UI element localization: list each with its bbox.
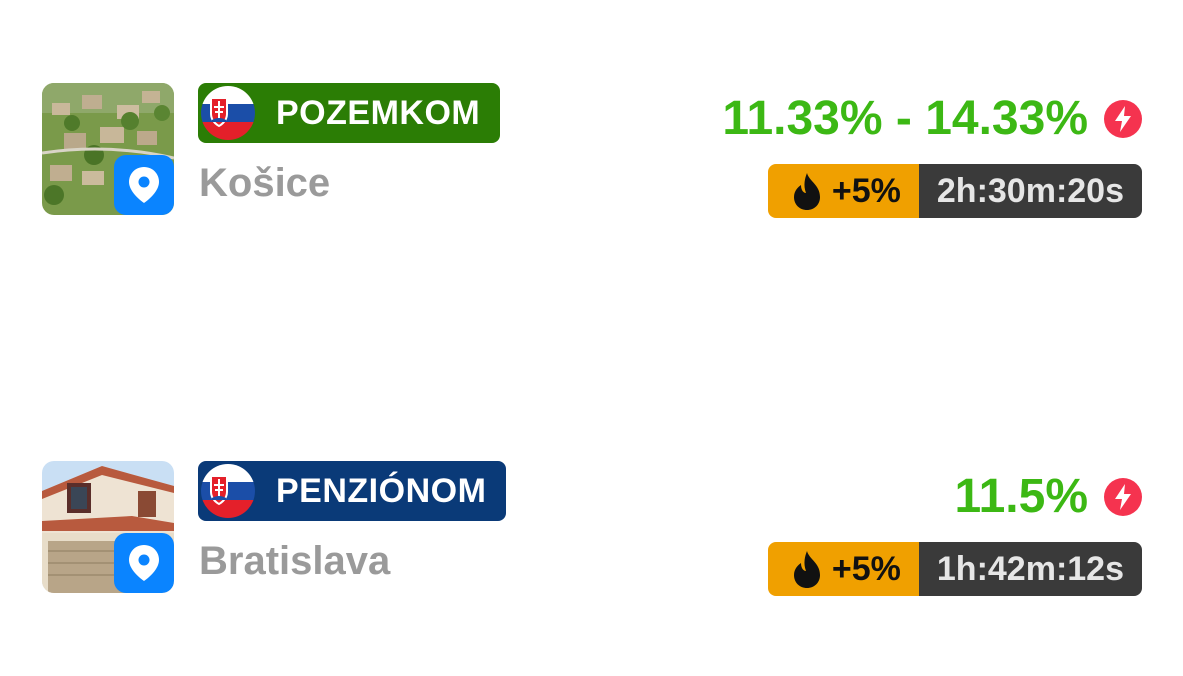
category-badge: PENZIÓNOM bbox=[198, 461, 507, 521]
category-badge: POZEMKOM bbox=[198, 83, 501, 143]
listing-card-kosice[interactable]: POZEMKOM Košice 11.33% - 14.33% +5% 2h:3… bbox=[42, 83, 1142, 218]
boost-badge: +5% bbox=[767, 164, 919, 218]
interest-rate: 11.33% - 14.33% bbox=[722, 91, 1142, 146]
listing-card-bratislava[interactable]: PENZIÓNOM Bratislava 11.5% +5% 1h:42m:12… bbox=[42, 461, 1142, 596]
city-name: Košice bbox=[199, 161, 331, 205]
flag-slovakia-icon bbox=[201, 86, 255, 140]
lightning-icon bbox=[1104, 477, 1142, 516]
boost-timer: +5% 2h:30m:20s bbox=[767, 164, 1142, 218]
location-pin-icon bbox=[129, 167, 159, 203]
location-pin-icon bbox=[129, 545, 159, 581]
flame-icon bbox=[793, 551, 820, 588]
category-label: PENZIÓNOM bbox=[276, 471, 487, 510]
property-thumbnail[interactable] bbox=[42, 83, 174, 215]
city-name: Bratislava bbox=[199, 539, 391, 583]
property-thumbnail[interactable] bbox=[42, 461, 174, 593]
rate-value: 11.33% - 14.33% bbox=[722, 92, 1088, 145]
boost-badge: +5% bbox=[767, 542, 919, 596]
lightning-icon bbox=[1104, 99, 1142, 138]
countdown: 2h:30m:20s bbox=[918, 164, 1142, 218]
boost-value: +5% bbox=[831, 549, 901, 588]
category-label: POZEMKOM bbox=[276, 93, 481, 132]
boost-value: +5% bbox=[831, 171, 901, 210]
countdown: 1h:42m:12s bbox=[918, 542, 1142, 596]
boost-timer: +5% 1h:42m:12s bbox=[767, 542, 1142, 596]
flame-icon bbox=[793, 173, 820, 210]
location-pin-button[interactable] bbox=[114, 533, 174, 593]
location-pin-button[interactable] bbox=[114, 155, 174, 215]
flag-slovakia-icon bbox=[201, 464, 255, 518]
rate-value: 11.5% bbox=[954, 470, 1088, 523]
interest-rate: 11.5% bbox=[955, 469, 1142, 524]
